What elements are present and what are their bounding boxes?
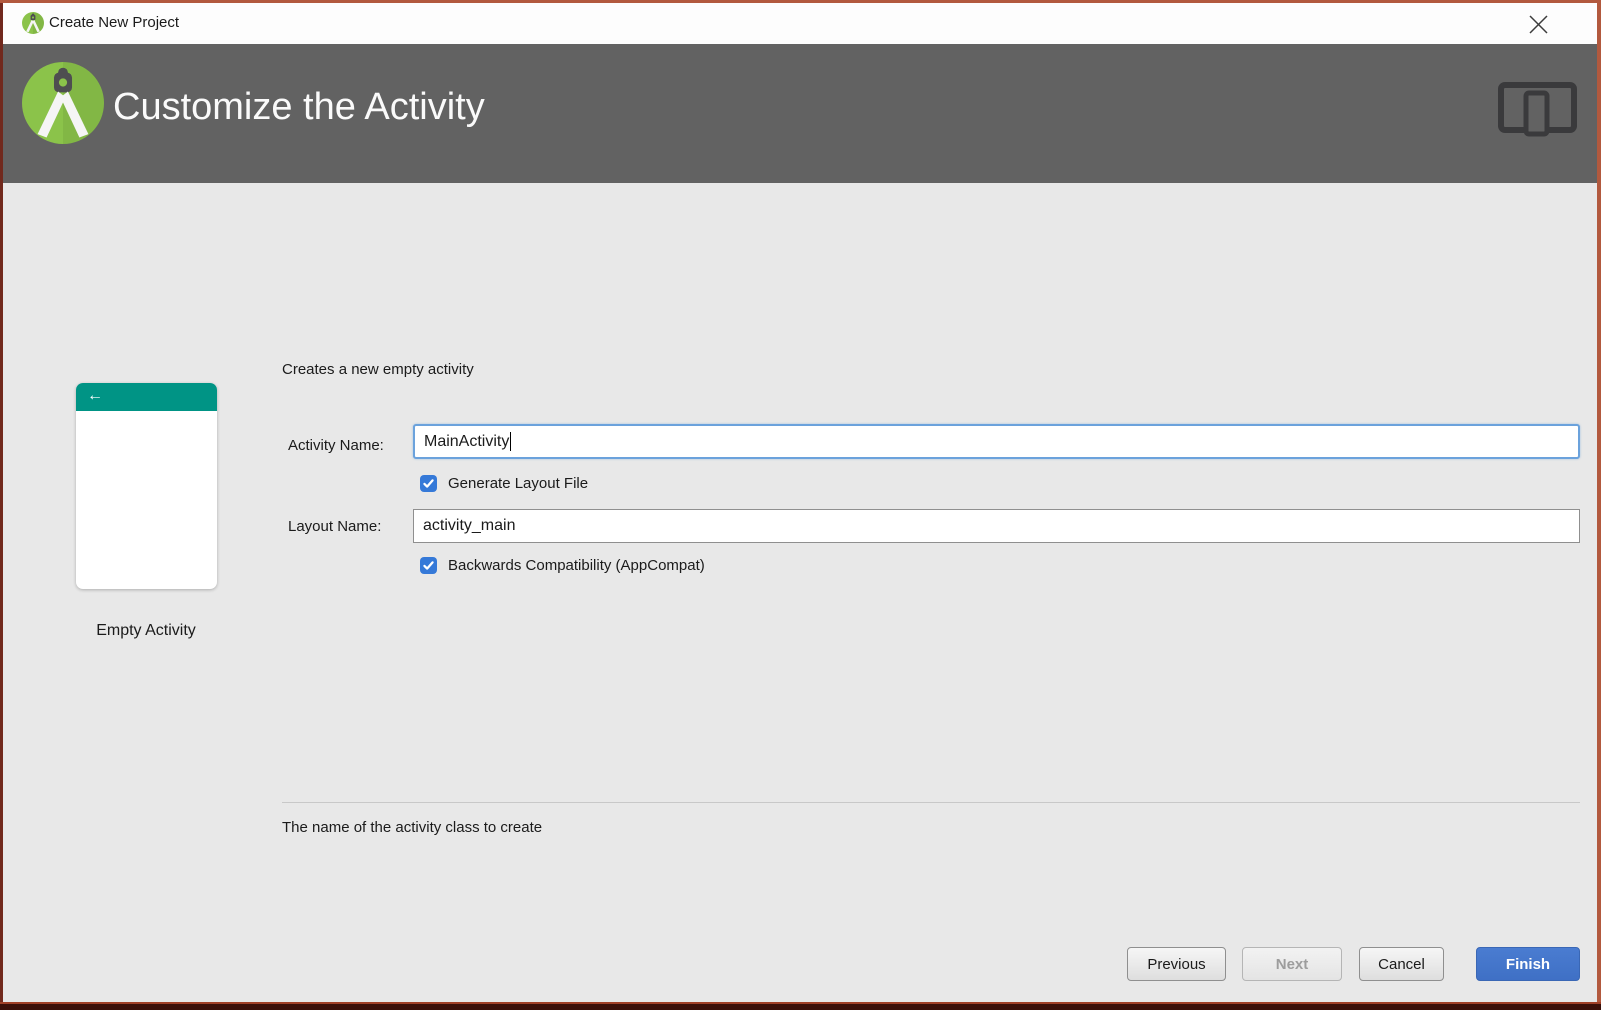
generate-layout-row: Generate Layout File bbox=[420, 475, 588, 492]
title-bar: Create New Project bbox=[3, 3, 1597, 44]
template-description: Creates a new empty activity bbox=[282, 361, 474, 378]
close-button[interactable] bbox=[1524, 10, 1552, 38]
finish-button[interactable]: Finish bbox=[1476, 947, 1580, 981]
footer-divider bbox=[282, 802, 1580, 803]
activity-name-label: Activity Name: bbox=[288, 437, 384, 454]
devices-icon bbox=[1496, 80, 1580, 138]
checkmark-icon bbox=[422, 559, 435, 572]
create-new-project-dialog: Create New Project Customize the Activit… bbox=[3, 3, 1597, 1002]
layout-name-value: activity_main bbox=[423, 517, 515, 535]
back-arrow-icon: ← bbox=[87, 387, 103, 405]
backwards-compat-checkbox[interactable] bbox=[420, 557, 437, 574]
checkmark-icon bbox=[422, 477, 435, 490]
desktop-frame-bottom bbox=[0, 1004, 1601, 1010]
cancel-button[interactable]: Cancel bbox=[1359, 947, 1444, 981]
layout-name-input[interactable]: activity_main bbox=[413, 509, 1580, 543]
close-icon bbox=[1529, 15, 1548, 34]
next-button: Next bbox=[1242, 947, 1342, 981]
activity-name-input[interactable]: MainActivity bbox=[413, 424, 1580, 459]
generate-layout-checkbox[interactable] bbox=[420, 475, 437, 492]
android-studio-icon bbox=[22, 12, 44, 34]
page-title: Customize the Activity bbox=[113, 84, 485, 130]
backwards-compat-row: Backwards Compatibility (AppCompat) bbox=[420, 557, 705, 574]
window-title: Create New Project bbox=[49, 14, 179, 31]
template-name-label: Empty Activity bbox=[46, 622, 246, 640]
wizard-banner: Customize the Activity bbox=[3, 44, 1597, 183]
preview-appbar: ← bbox=[76, 383, 217, 411]
previous-button[interactable]: Previous bbox=[1127, 947, 1226, 981]
text-caret bbox=[510, 432, 511, 451]
activity-preview-card: ← bbox=[76, 383, 217, 589]
wizard-content: ← Empty Activity Creates a new empty act… bbox=[3, 183, 1597, 1002]
activity-name-value: MainActivity bbox=[424, 433, 509, 451]
layout-name-label: Layout Name: bbox=[288, 518, 381, 535]
android-studio-logo bbox=[22, 62, 104, 144]
desktop-frame-right bbox=[1597, 0, 1601, 1010]
backwards-compat-label[interactable]: Backwards Compatibility (AppCompat) bbox=[448, 557, 705, 574]
generate-layout-label[interactable]: Generate Layout File bbox=[448, 475, 588, 492]
field-help-text: The name of the activity class to create bbox=[282, 819, 542, 836]
